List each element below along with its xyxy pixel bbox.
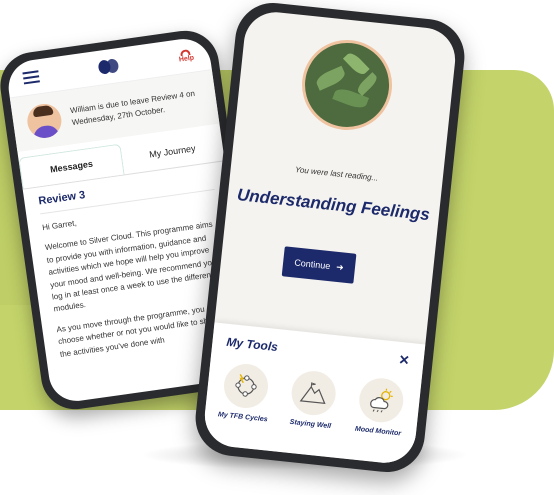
cycle-icon xyxy=(221,361,271,411)
tools-title: My Tools xyxy=(225,334,279,355)
tool-my-tfb-cycles[interactable]: My TFB Cycles xyxy=(212,361,280,424)
help-button[interactable]: Help xyxy=(178,48,195,64)
module-title: Understanding Feelings xyxy=(236,185,431,225)
home-screen: You were last reading... Understanding F… xyxy=(201,9,459,466)
right-phone: You were last reading... Understanding F… xyxy=(191,0,469,476)
hamburger-icon[interactable] xyxy=(22,70,40,85)
silvercloud-logo-icon xyxy=(97,58,120,75)
close-icon[interactable]: ✕ xyxy=(398,352,410,369)
avatar xyxy=(25,101,64,141)
mountain-icon xyxy=(289,368,338,418)
notice-text: William is due to leave Review 4 on Wedn… xyxy=(69,88,196,128)
last-reading-label: You were last reading... xyxy=(294,165,379,183)
my-tools-panel: My Tools ✕ My TFB Cycles Staying Well Mo… xyxy=(201,322,426,466)
tool-mood-monitor[interactable]: Mood Monitor xyxy=(347,375,415,438)
tool-label: My TFB Cycles xyxy=(217,411,268,424)
help-label: Help xyxy=(178,54,195,64)
tool-label: Mood Monitor xyxy=(354,425,402,438)
weather-icon xyxy=(357,376,406,425)
tool-staying-well[interactable]: Staying Well xyxy=(279,368,347,431)
continue-button[interactable]: Continue ➜ xyxy=(281,246,357,284)
module-photo xyxy=(297,35,397,135)
arrow-right-icon: ➜ xyxy=(335,261,345,273)
continue-label: Continue xyxy=(293,257,331,272)
tool-label: Staying Well xyxy=(289,418,332,431)
message-paragraph: Welcome to Silver Cloud. This programme … xyxy=(44,219,217,314)
